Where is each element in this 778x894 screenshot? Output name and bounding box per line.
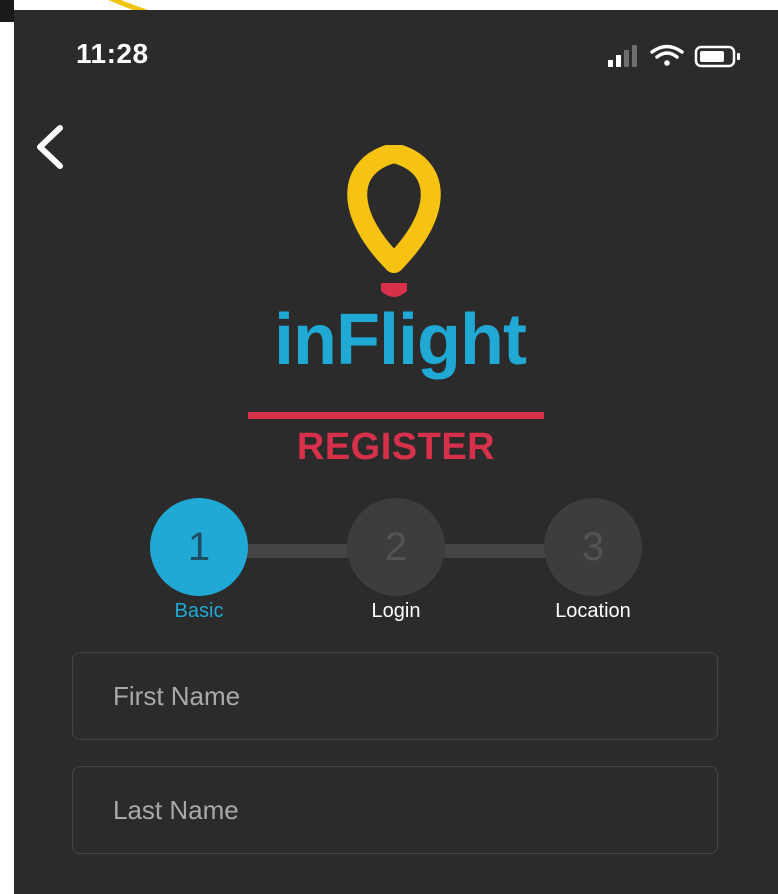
corner-mark xyxy=(0,0,14,22)
last-name-input[interactable] xyxy=(73,767,717,853)
step-1-indicator[interactable]: 1 xyxy=(150,498,248,596)
step-1-label: Basic xyxy=(174,600,224,622)
step-3-indicator[interactable]: 3 xyxy=(544,498,642,596)
back-button[interactable] xyxy=(28,120,72,174)
step-2-label: Login xyxy=(371,600,421,622)
battery-icon xyxy=(694,45,740,68)
cellular-signal-icon xyxy=(608,45,637,67)
step-3-label: Location xyxy=(555,600,631,622)
wifi-icon xyxy=(650,44,684,66)
status-time: 11:28 xyxy=(76,38,149,69)
brand-divider xyxy=(248,412,544,419)
brand-name: inFlight xyxy=(274,300,527,380)
page-title: REGISTER xyxy=(296,426,496,468)
step-2-indicator[interactable]: 2 xyxy=(347,498,445,596)
chevron-left-icon xyxy=(37,125,63,169)
first-name-field xyxy=(72,652,718,740)
last-name-field xyxy=(72,766,718,854)
status-icons xyxy=(608,44,740,68)
phone-screen: 11:28 inFlight REGISTER 1 2 3 Basic Logi… xyxy=(14,10,778,894)
location-pin-icon xyxy=(347,145,441,297)
first-name-input[interactable] xyxy=(73,653,717,739)
